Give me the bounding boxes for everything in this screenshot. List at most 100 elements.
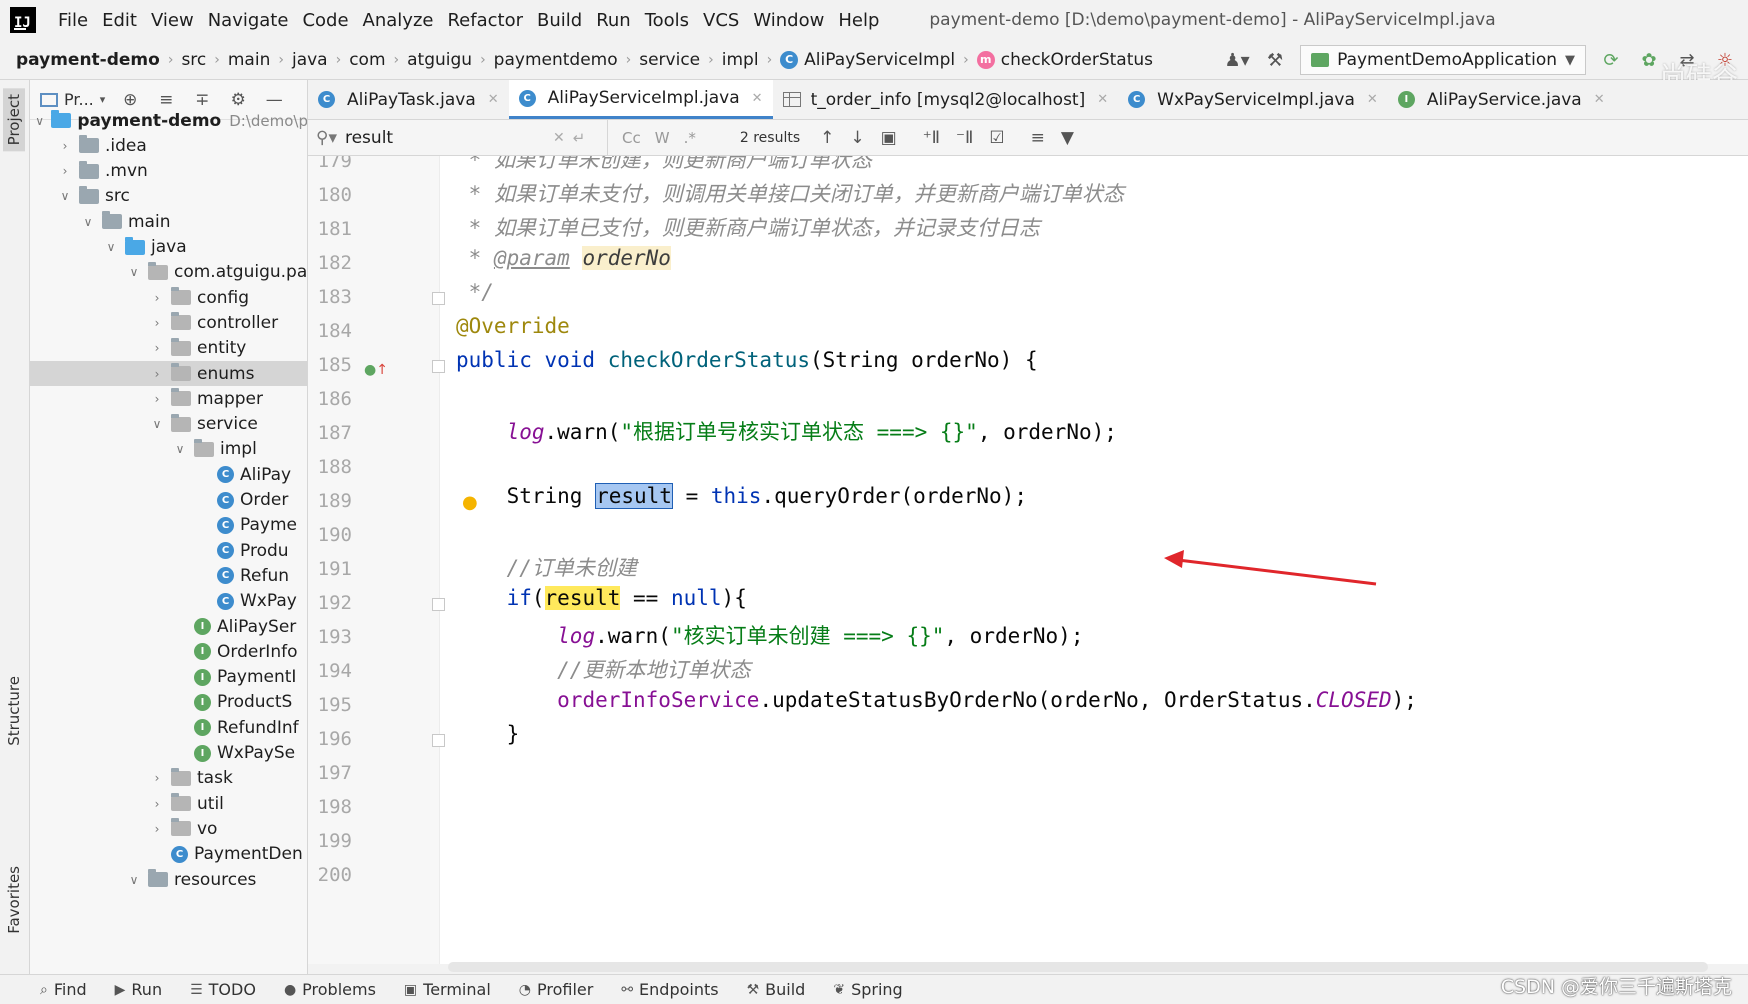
- code-line[interactable]: * 如果订单未创建，则更新商户端订单状态: [456, 156, 872, 178]
- tree-item[interactable]: C PaymentDen: [30, 842, 307, 867]
- add-occurrence-icon[interactable]: ⁺Ⅱ: [923, 128, 940, 148]
- tree-item[interactable]: ∨ impl: [30, 437, 307, 462]
- bottom-tool-spring[interactable]: ❦ Spring: [833, 980, 902, 999]
- code-editor[interactable]: ●↑ ● 179 180 181 182 183 184 185 186 187 188 189 19…: [308, 156, 1748, 964]
- tree-item[interactable]: ∨ com.atguigu.pa: [30, 260, 307, 285]
- code-line[interactable]: //订单未创建: [456, 552, 637, 586]
- tree-item[interactable]: › .mvn: [30, 159, 307, 184]
- code-line[interactable]: public void checkOrderStatus(String orde…: [456, 348, 1038, 382]
- chevron-right-icon[interactable]: ›: [149, 771, 165, 785]
- fold-marker-icon[interactable]: [432, 598, 445, 611]
- fold-marker-icon[interactable]: [432, 292, 445, 305]
- breadcrumb-item[interactable]: m checkOrderStatus: [976, 50, 1153, 70]
- tree-item[interactable]: › vo: [30, 816, 307, 841]
- implements-marker-icon[interactable]: ●↑: [364, 362, 388, 378]
- previous-occurrence-icon[interactable]: ↑: [820, 128, 834, 148]
- menu-tools[interactable]: Tools: [645, 10, 689, 31]
- search-icon[interactable]: ⚲▾: [316, 128, 337, 148]
- code-line[interactable]: */: [456, 280, 494, 314]
- tree-item[interactable]: › util: [30, 791, 307, 816]
- menu-analyze[interactable]: Analyze: [363, 10, 434, 31]
- chevron-right-icon[interactable]: ›: [149, 367, 165, 381]
- user-icon[interactable]: ♟▾: [1224, 47, 1250, 73]
- next-occurrence-icon[interactable]: ↓: [850, 128, 864, 148]
- bottom-tool-find[interactable]: ⌕ Find: [40, 980, 87, 999]
- build-hammer-icon[interactable]: ⚒: [1262, 47, 1288, 73]
- breadcrumb-item[interactable]: payment-demo: [16, 50, 160, 70]
- chevron-right-icon[interactable]: ›: [149, 797, 165, 811]
- tree-item[interactable]: › .idea: [30, 133, 307, 158]
- code-line[interactable]: @Override: [456, 314, 570, 348]
- chevron-down-icon[interactable]: ∨: [172, 442, 188, 456]
- fold-marker-icon[interactable]: [432, 734, 445, 747]
- tree-item[interactable]: C WxPay: [30, 589, 307, 614]
- bottom-tool-endpoints[interactable]: ⚯ Endpoints: [621, 980, 718, 999]
- tree-item[interactable]: ∨ resources: [30, 867, 307, 892]
- project-view-select[interactable]: Pr... ▾: [40, 90, 105, 109]
- tree-item[interactable]: I OrderInfo: [30, 639, 307, 664]
- tree-item[interactable]: › enums: [30, 361, 307, 386]
- close-icon[interactable]: ✕: [1097, 92, 1108, 107]
- breadcrumb-item[interactable]: C AliPayServiceImpl: [780, 50, 955, 70]
- tree-item[interactable]: C Refun: [30, 563, 307, 588]
- close-icon[interactable]: ✕: [1367, 92, 1378, 107]
- code-line[interactable]: * 如果订单已支付，则更新商户端订单状态，并记录支付日志: [456, 212, 1040, 246]
- chevron-right-icon[interactable]: ›: [57, 164, 73, 178]
- menu-run[interactable]: Run: [596, 10, 631, 31]
- tree-item[interactable]: C AliPay: [30, 462, 307, 487]
- tree-item[interactable]: I ProductS: [30, 690, 307, 715]
- filter-icon[interactable]: ▼: [1061, 128, 1074, 148]
- chevron-down-icon[interactable]: ∨: [149, 417, 165, 431]
- chevron-right-icon[interactable]: ›: [149, 341, 165, 355]
- code-line[interactable]: if(result == null){: [456, 586, 747, 620]
- code-line[interactable]: String result = this.queryOrder(orderNo)…: [456, 483, 1027, 518]
- code-line[interactable]: //更新本地订单状态: [456, 654, 750, 688]
- regex-toggle[interactable]: .*: [684, 129, 696, 147]
- tree-item[interactable]: I RefundInf: [30, 715, 307, 740]
- tree-item[interactable]: I WxPaySe: [30, 741, 307, 766]
- code-line[interactable]: }: [456, 722, 520, 756]
- tree-item[interactable]: › mapper: [30, 386, 307, 411]
- multiline-icon[interactable]: ≡: [1031, 128, 1045, 148]
- horizontal-scrollbar[interactable]: [448, 962, 1708, 972]
- tree-item[interactable]: ∨ src: [30, 184, 307, 209]
- bottom-tool-profiler[interactable]: ◔ Profiler: [519, 980, 594, 999]
- project-tool-tab[interactable]: Project: [3, 88, 25, 152]
- editor-tab[interactable]: C AliPayServiceImpl.java ✕: [508, 80, 773, 119]
- menu-file[interactable]: File: [58, 10, 88, 31]
- remove-occurrence-icon[interactable]: ⁻Ⅱ: [956, 128, 973, 148]
- match-case-toggle[interactable]: Cc: [622, 129, 641, 147]
- tree-item[interactable]: I AliPaySer: [30, 614, 307, 639]
- menu-edit[interactable]: Edit: [102, 10, 137, 31]
- code-line[interactable]: * 如果订单未支付，则调用关单接口关闭订单，并更新商户端订单状态: [456, 178, 1124, 212]
- breadcrumb-item[interactable]: service: [639, 50, 700, 70]
- bottom-tool-terminal[interactable]: ▣ Terminal: [404, 980, 491, 999]
- menu-help[interactable]: Help: [838, 10, 879, 31]
- chevron-down-icon[interactable]: ∨: [126, 265, 142, 279]
- chevron-right-icon[interactable]: ›: [149, 291, 165, 305]
- chevron-down-icon[interactable]: ∨: [126, 873, 142, 887]
- whole-words-toggle[interactable]: W: [655, 129, 670, 147]
- breadcrumb-item[interactable]: impl: [722, 50, 759, 70]
- code-line[interactable]: log.warn("核实订单未创建 ===> {}", orderNo);: [456, 620, 1083, 654]
- chevron-down-icon[interactable]: ∨: [57, 189, 73, 203]
- structure-tool-tab[interactable]: Structure: [3, 670, 25, 752]
- open-in-window-icon[interactable]: ▣: [881, 128, 897, 148]
- close-icon[interactable]: ✕: [1594, 92, 1605, 107]
- tree-item[interactable]: › entity: [30, 336, 307, 361]
- breadcrumb-item[interactable]: com: [349, 50, 385, 70]
- chevron-down-icon[interactable]: ∨: [103, 240, 119, 254]
- close-icon[interactable]: ✕: [752, 91, 763, 106]
- chevron-right-icon[interactable]: ›: [149, 316, 165, 330]
- tree-item[interactable]: C Order: [30, 488, 307, 513]
- breadcrumb-item[interactable]: paymentdemo: [494, 50, 618, 70]
- chevron-down-icon[interactable]: ∨: [34, 114, 45, 128]
- menu-build[interactable]: Build: [537, 10, 582, 31]
- debug-icon[interactable]: ✿: [1636, 47, 1662, 73]
- code-area[interactable]: * 如果订单未创建，则更新商户端订单状态 * 如果订单未支付，则调用关单接口关闭…: [456, 156, 1746, 964]
- menu-vcs[interactable]: VCS: [703, 10, 739, 31]
- bottom-tool-todo[interactable]: ☰ TODO: [190, 980, 256, 999]
- run-configuration-select[interactable]: PaymentDemoApplication ▼: [1300, 45, 1586, 75]
- select-all-occurrences-icon[interactable]: ☑: [989, 128, 1004, 148]
- chevron-right-icon[interactable]: ›: [149, 822, 165, 836]
